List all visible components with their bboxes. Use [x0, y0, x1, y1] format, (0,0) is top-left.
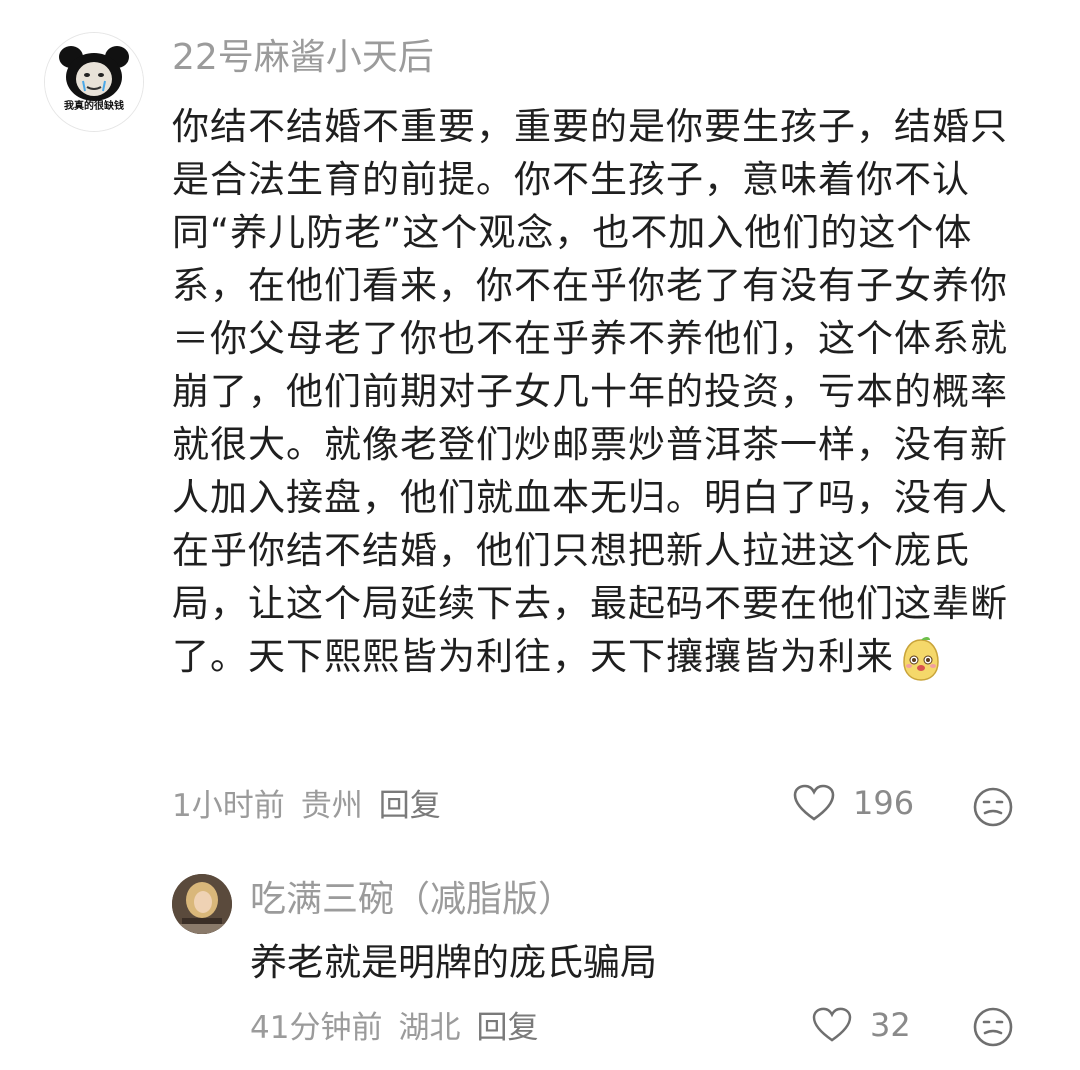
reply-text: 养老就是明牌的庞氏骗局 — [250, 941, 657, 984]
emoji-face-icon — [973, 787, 1013, 827]
comment-location: 贵州 — [300, 788, 363, 824]
reply-meta: 41分钟前 湖北 回复 — [250, 1008, 538, 1048]
reply-time: 41分钟前 — [250, 1010, 383, 1046]
comment-emoji-react-button[interactable] — [972, 786, 1014, 832]
heart-icon — [793, 784, 835, 821]
comment-meta: 1小时前 贵州 回复 — [172, 786, 441, 826]
panda-meme-avatar-image — [45, 33, 143, 131]
reply-like-count: 32 — [870, 1006, 911, 1044]
replier-username[interactable]: 吃满三碗（减脂版） — [250, 878, 574, 922]
replier-avatar[interactable] — [172, 874, 232, 934]
comment-text: 你结不结婚不重要，重要的是你要生孩子，结婚只是合法生育的前提。你不生孩子，意味着… — [172, 100, 1022, 683]
comment-time: 1小时前 — [172, 788, 285, 824]
comment-text-body: 你结不结婚不重要，重要的是你要生孩子，结婚只是合法生育的前提。你不生孩子，意味着… — [172, 105, 1008, 678]
emoji-face-icon — [973, 1007, 1013, 1047]
comment-like-button[interactable]: 196 — [793, 784, 914, 822]
heart-icon — [812, 1007, 852, 1042]
reply-location: 湖北 — [398, 1010, 461, 1046]
comment-like-count: 196 — [853, 784, 915, 822]
cute-sticker-icon — [903, 636, 939, 681]
avatar-caption: 我真的很缺钱 — [64, 101, 124, 112]
person-photo-avatar-image — [172, 874, 232, 934]
comment-reply-button[interactable]: 回复 — [379, 786, 441, 826]
reply-emoji-react-button[interactable] — [972, 1006, 1014, 1052]
reply-like-button[interactable]: 32 — [812, 1006, 911, 1044]
commenter-username[interactable]: 22号麻酱小天后 — [172, 36, 434, 80]
commenter-avatar[interactable]: 我真的很缺钱 — [44, 32, 144, 132]
reply-reply-button[interactable]: 回复 — [476, 1008, 538, 1048]
